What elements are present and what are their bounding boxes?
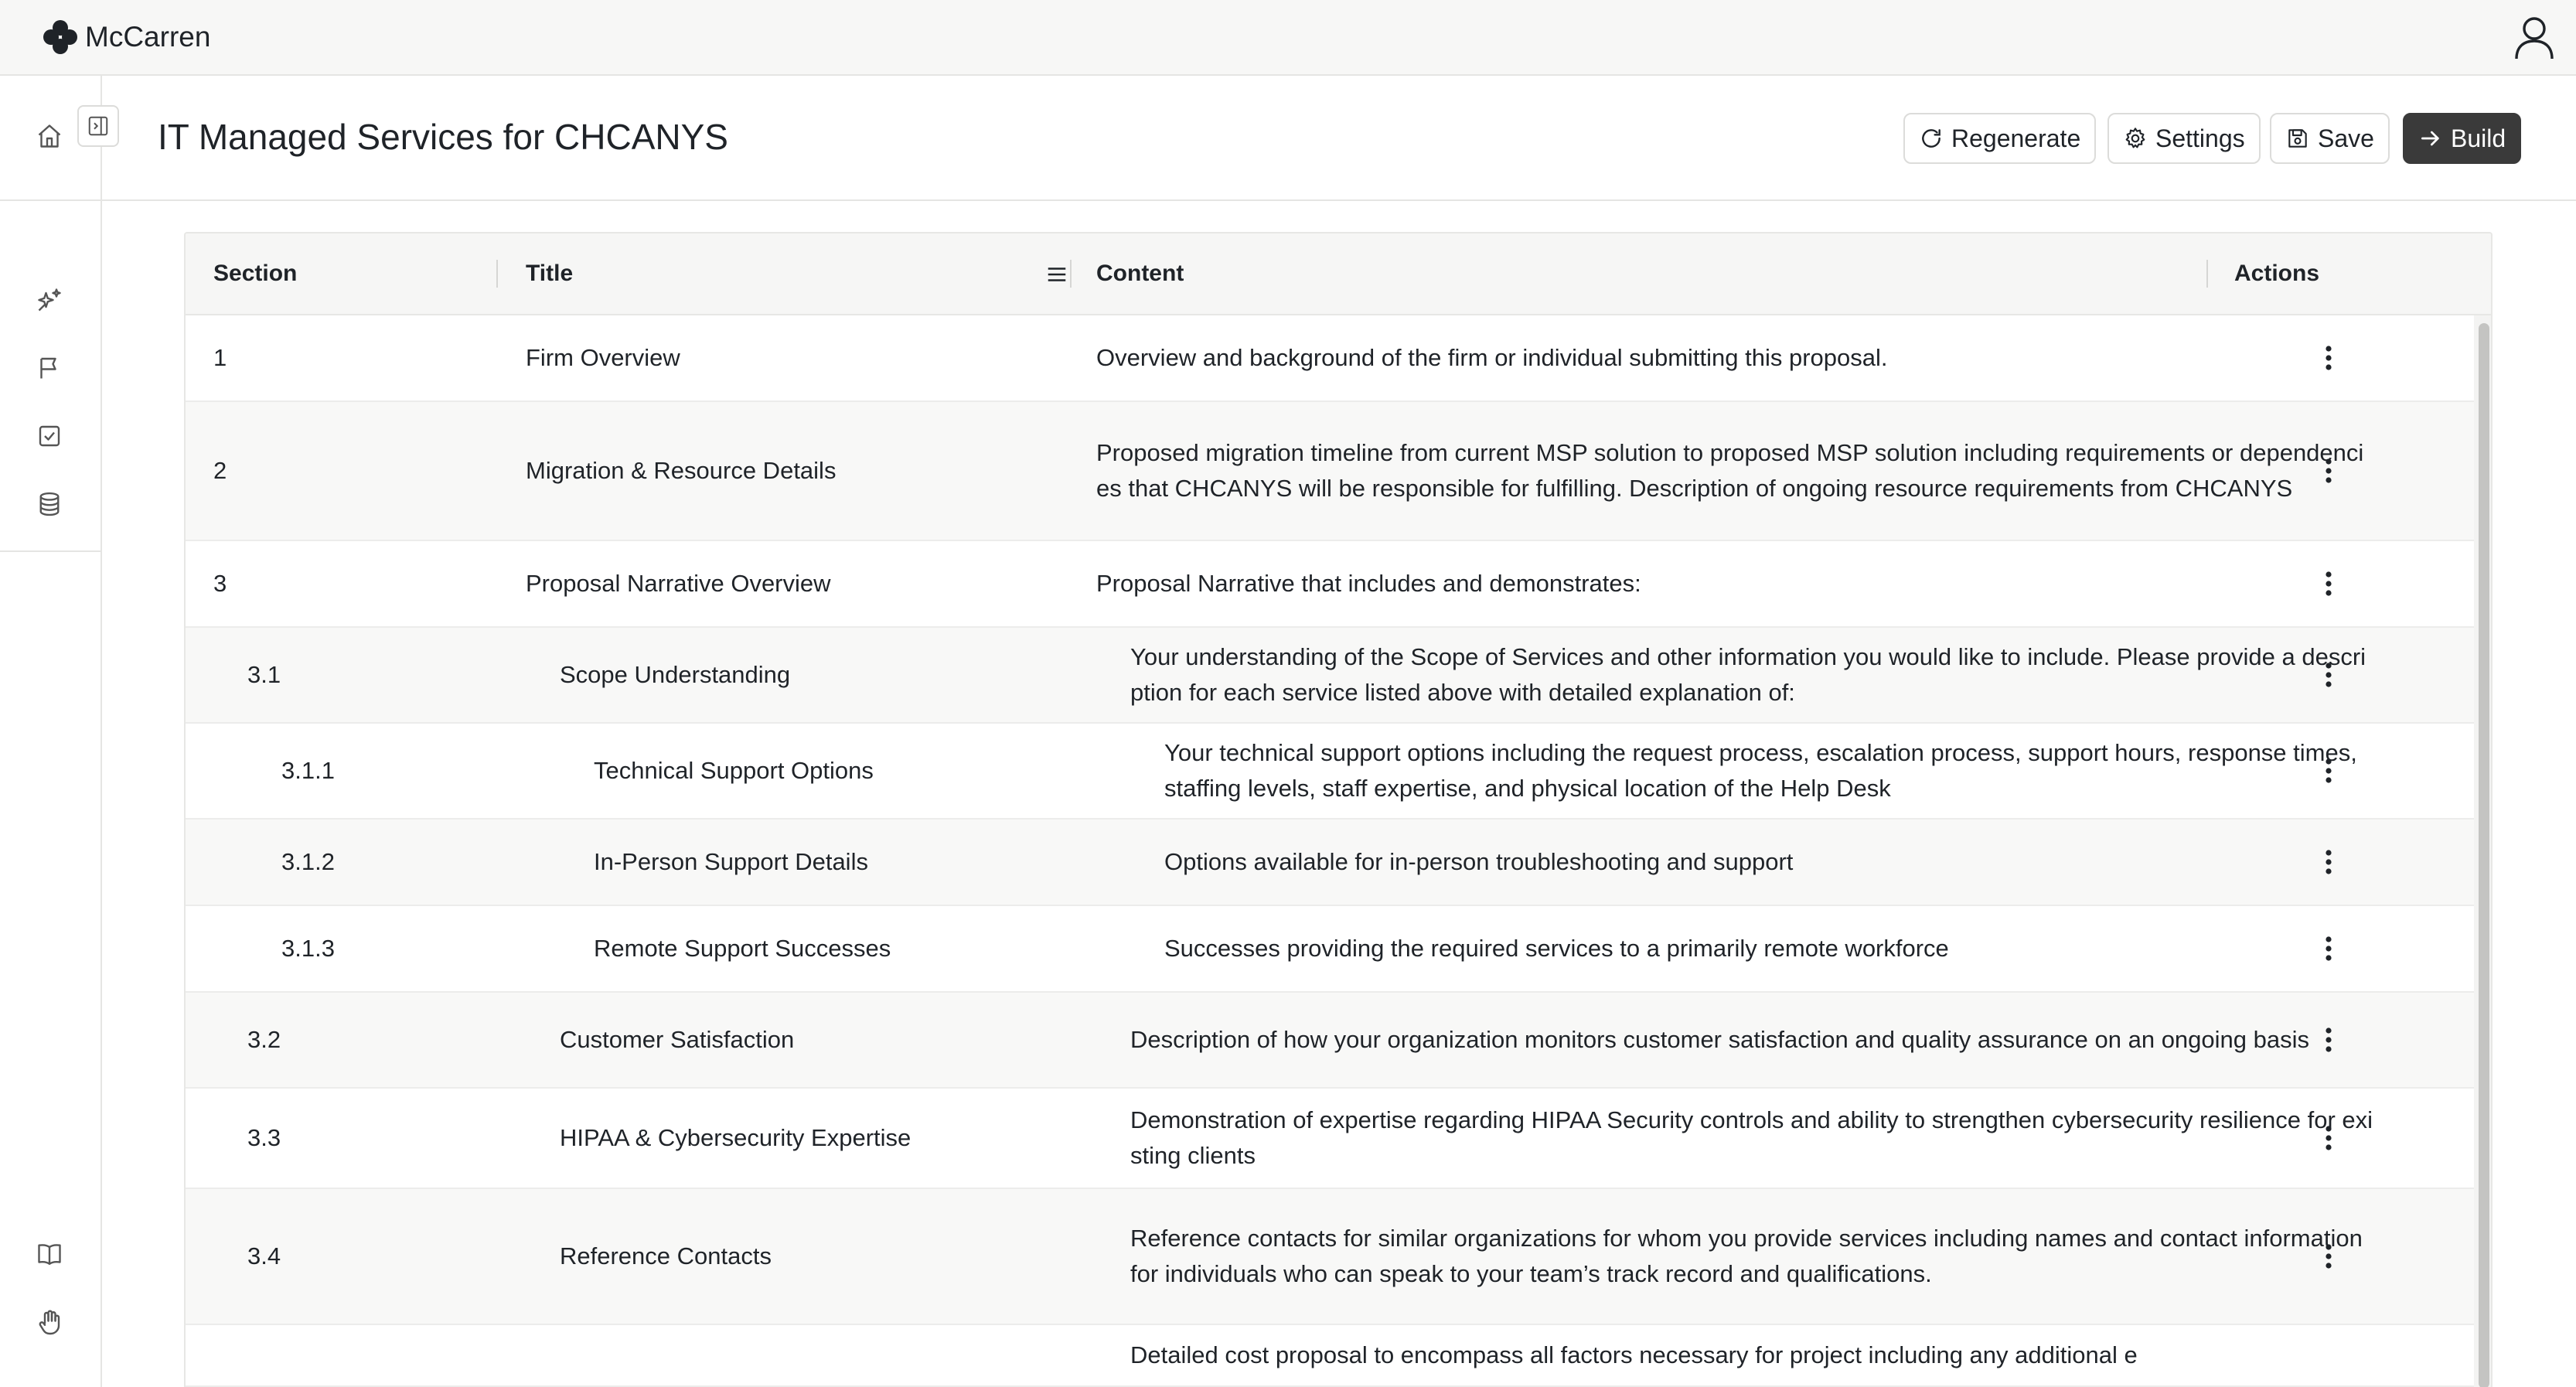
table-header: Section Title Content Actions xyxy=(186,233,2491,315)
cell-title[interactable]: Customer Satisfaction xyxy=(560,993,794,1087)
regenerate-label: Regenerate xyxy=(1951,124,2081,152)
cell-content[interactable]: Demonstration of expertise regarding HIP… xyxy=(1130,1089,2373,1188)
cell-content[interactable]: Overview and background of the firm or i… xyxy=(1096,315,2373,400)
column-resize-handle[interactable] xyxy=(1070,260,1072,288)
cell-section: 3.1.1 xyxy=(281,757,335,784)
cell-content[interactable]: Successes providing the required service… xyxy=(1164,906,2373,991)
clover-logo-icon xyxy=(43,20,77,54)
cell-title[interactable]: Migration & Resource Details xyxy=(526,402,836,540)
book-icon[interactable] xyxy=(32,1237,66,1271)
row-actions-menu-icon[interactable] xyxy=(2313,659,2344,690)
row-actions-menu-icon[interactable] xyxy=(2313,847,2344,878)
cell-section: 3.1 xyxy=(247,661,281,688)
page-header: IT Managed Services for CHCANYS Regenera… xyxy=(102,76,2576,201)
cell-content[interactable]: Description of how your organization mon… xyxy=(1130,993,2373,1087)
cell-section: 3.3 xyxy=(247,1124,281,1151)
gear-icon xyxy=(2125,128,2145,148)
user-icon[interactable] xyxy=(2513,14,2556,60)
table-row[interactable]: 2 Migration & Resource Details Proposed mi… xyxy=(186,402,2474,541)
cell-content[interactable]: Your understanding of the Scope of Servi… xyxy=(1130,628,2373,722)
cell-section: 1 xyxy=(213,344,227,371)
table-row[interactable]: 3.1.1 Technical Support Options Your techn… xyxy=(186,724,2474,820)
settings-button[interactable]: Settings xyxy=(2107,113,2261,164)
cell-content[interactable]: Options available for in-person troubles… xyxy=(1164,820,2373,905)
top-bar: McCarren xyxy=(0,0,2576,76)
regenerate-button[interactable]: Regenerate xyxy=(1903,113,2097,164)
table-row[interactable]: 3 Proposal Narrative Overview Proposal Nar… xyxy=(186,541,2474,628)
cell-content[interactable]: Proposal Narrative that includes and dem… xyxy=(1096,541,2373,626)
brand-name: McCarren xyxy=(85,21,211,53)
scrollbar-thumb[interactable] xyxy=(2479,323,2489,1387)
cell-section: 3.1.3 xyxy=(281,935,335,962)
table-row[interactable]: Detailed cost proposal to encompass all … xyxy=(186,1325,2474,1387)
refresh-icon xyxy=(1922,129,1941,148)
hand-icon[interactable] xyxy=(32,1305,66,1339)
row-actions-menu-icon[interactable] xyxy=(2313,568,2344,599)
column-header-section[interactable]: Section xyxy=(213,233,297,314)
column-resize-handle[interactable] xyxy=(2206,260,2208,288)
row-actions-menu-icon[interactable] xyxy=(2313,933,2344,964)
build-button[interactable]: Build xyxy=(2403,113,2522,164)
cell-title[interactable]: Scope Understanding xyxy=(560,628,790,722)
row-actions-menu-icon[interactable] xyxy=(2313,342,2344,373)
save-label: Save xyxy=(2318,124,2374,152)
left-sidebar xyxy=(0,76,102,1387)
build-label: Build xyxy=(2451,124,2506,152)
table-row[interactable]: 1 Firm Overview Overview and background of… xyxy=(186,315,2474,402)
row-actions-menu-icon[interactable] xyxy=(2313,1024,2344,1055)
row-actions-menu-icon[interactable] xyxy=(2313,1123,2344,1154)
cell-section: 2 xyxy=(213,457,227,484)
sidebar-divider xyxy=(0,550,101,552)
cell-content[interactable]: Reference contacts for similar organizat… xyxy=(1130,1189,2373,1324)
flag-icon[interactable] xyxy=(32,351,66,385)
outline-table: Section Title Content Actions 1 Firm Over… xyxy=(184,232,2493,1387)
table-body: 1 Firm Overview Overview and background of… xyxy=(186,315,2474,1387)
cell-title[interactable]: Proposal Narrative Overview xyxy=(526,541,831,626)
cell-section: 3.4 xyxy=(247,1242,281,1269)
floppy-disk-icon xyxy=(2288,129,2307,148)
row-actions-menu-icon[interactable] xyxy=(2313,755,2344,786)
column-resize-handle[interactable] xyxy=(496,260,498,288)
table-row[interactable]: 3.3 HIPAA & Cybersecurity Expertise Demons… xyxy=(186,1089,2474,1189)
cell-content[interactable]: Proposed migration timeline from current… xyxy=(1096,402,2373,540)
cell-content[interactable]: Your technical support options including… xyxy=(1164,724,2373,818)
row-actions-menu-icon[interactable] xyxy=(2313,455,2344,486)
table-row[interactable]: 3.1.3 Remote Support Successes Successes p… xyxy=(186,906,2474,993)
table-row[interactable]: 3.1 Scope Understanding Your understanding… xyxy=(186,628,2474,724)
settings-label: Settings xyxy=(2155,124,2245,152)
cell-section: 3.2 xyxy=(247,1026,281,1053)
page-title: IT Managed Services for CHCANYS xyxy=(158,117,728,157)
home-icon[interactable] xyxy=(32,119,66,153)
brand[interactable]: McCarren xyxy=(42,17,210,57)
cell-content[interactable]: Detailed cost proposal to encompass all … xyxy=(1130,1325,2373,1385)
cell-title[interactable]: Firm Overview xyxy=(526,315,680,400)
column-header-actions: Actions xyxy=(2234,261,2320,286)
checkbox-icon[interactable] xyxy=(32,419,66,453)
save-button[interactable]: Save xyxy=(2270,113,2390,164)
table-row[interactable]: 3.2 Customer Satisfaction Description of h… xyxy=(186,993,2474,1089)
sparkles-icon[interactable] xyxy=(32,283,66,317)
cell-section: 3 xyxy=(213,570,227,597)
row-actions-menu-icon[interactable] xyxy=(2313,1241,2344,1272)
cell-title[interactable]: Technical Support Options xyxy=(594,724,874,818)
sidebar-toggle-icon xyxy=(88,116,108,136)
toggle-panel-button[interactable] xyxy=(77,105,119,147)
cell-title[interactable]: Reference Contacts xyxy=(560,1189,772,1324)
column-header-title[interactable]: Title xyxy=(526,233,573,314)
cell-title[interactable]: In-Person Support Details xyxy=(594,820,868,905)
cell-section: 3.1.2 xyxy=(281,848,335,875)
column-header-content[interactable]: Content xyxy=(1096,233,1184,314)
arrow-right-icon xyxy=(2421,131,2439,146)
database-icon[interactable] xyxy=(32,487,66,521)
cell-title[interactable]: Remote Support Successes xyxy=(594,906,891,991)
column-menu-icon[interactable] xyxy=(1045,263,1068,286)
table-row[interactable]: 3.1.2 In-Person Support Details Options av… xyxy=(186,820,2474,906)
sidebar-divider xyxy=(0,199,101,201)
table-scrollbar[interactable] xyxy=(2474,315,2491,1387)
cell-title[interactable]: HIPAA & Cybersecurity Expertise xyxy=(560,1089,911,1188)
table-row[interactable]: 3.4 Reference Contacts Reference contacts … xyxy=(186,1189,2474,1325)
